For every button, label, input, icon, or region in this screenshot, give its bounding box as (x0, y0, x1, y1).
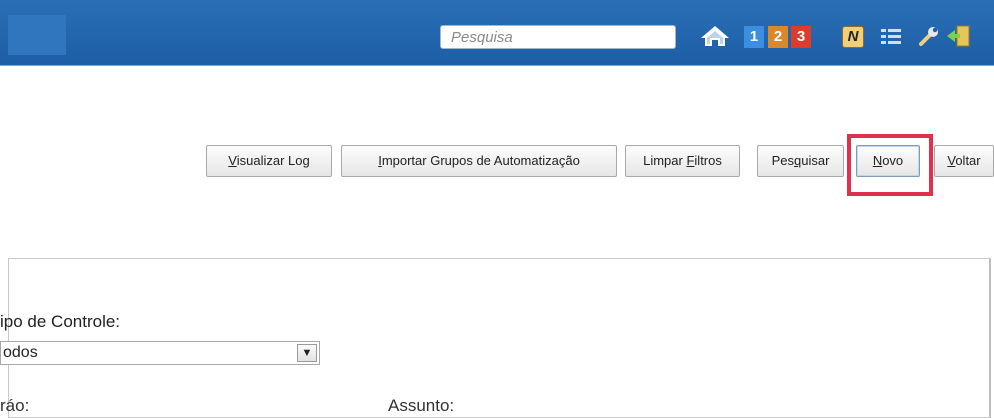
tipo-controle-value: odos (3, 344, 38, 361)
wrench-icon[interactable] (918, 25, 940, 47)
exit-icon[interactable] (945, 25, 971, 47)
chevron-down-icon[interactable]: ▼ (297, 344, 317, 362)
limpar-filtros-button[interactable]: Limpar Filtros (625, 145, 740, 177)
voltar-button[interactable]: Voltar (934, 145, 994, 177)
tipo-controle-select[interactable]: odos ▼ (0, 341, 320, 365)
pesquisar-button[interactable]: Pesquisar (757, 145, 844, 177)
header-logo-area (8, 15, 66, 55)
n-icon[interactable]: N (842, 26, 864, 48)
badge-1-icon[interactable]: 1 (744, 26, 764, 48)
home-icon[interactable] (700, 25, 730, 47)
search-input[interactable] (440, 25, 676, 49)
importar-grupos-button[interactable]: Importar Grupos de Automatização (341, 145, 617, 177)
highlight-box (847, 134, 933, 196)
badge-2-icon[interactable]: 2 (768, 26, 788, 48)
visualizar-log-button[interactable]: Visualizar Log (206, 145, 332, 177)
orgao-label: ráo: (0, 396, 30, 415)
tipo-controle-label: ipo de Controle: (0, 312, 121, 331)
badge-3-icon[interactable]: 3 (791, 26, 811, 48)
filter-panel (8, 258, 991, 418)
top-header-bar: 1 2 3 N (0, 0, 994, 66)
assunto-label: Assunto: (388, 396, 455, 415)
list-icon[interactable] (880, 25, 902, 47)
